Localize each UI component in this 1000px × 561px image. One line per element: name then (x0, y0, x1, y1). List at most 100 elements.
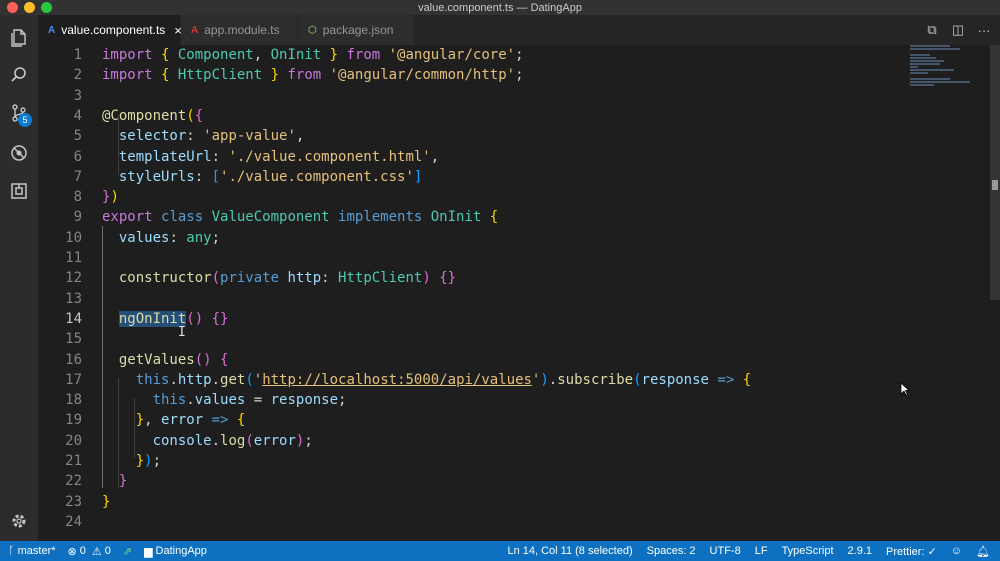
more-actions-icon[interactable]: ··· (976, 23, 992, 38)
code-token: http://localhost:5000/api/values (262, 371, 532, 388)
code-token: ) (540, 371, 549, 388)
code-line[interactable]: 9 export class ValueComponent implements … (38, 207, 938, 227)
code-line[interactable]: 21 }); (38, 451, 938, 471)
code-token: ) (422, 270, 431, 287)
end-of-line[interactable]: LF (755, 545, 768, 557)
line-number: 16 (65, 351, 82, 368)
warning-icon: ⚠ (91, 545, 102, 558)
code-line[interactable]: 1 import { Component, OnInit } from '@ang… (38, 45, 938, 65)
line-code: export class ValueComponent implements O… (102, 209, 498, 225)
code-token: { (161, 67, 178, 84)
debug-icon[interactable] (0, 135, 38, 171)
search-icon[interactable] (0, 57, 38, 93)
code-line[interactable]: 17 this.http.get('http://localhost:5000/… (38, 370, 938, 390)
mouse-pointer-icon (900, 382, 910, 396)
code-line[interactable]: 23} (38, 492, 938, 512)
code-line[interactable]: 16 getValues() { (38, 350, 938, 370)
line-number: 18 (65, 392, 82, 409)
code-token: http (287, 270, 322, 287)
code-line[interactable]: 22 } (38, 471, 938, 491)
language-mode[interactable]: TypeScript (782, 545, 834, 557)
typescript-version[interactable]: 2.9.1 (848, 545, 872, 557)
folder-indicator[interactable]: ▆ DatingApp (144, 545, 207, 558)
feedback-smiley-icon[interactable]: ☺ (951, 545, 962, 557)
settings-gear-icon[interactable] (0, 503, 38, 539)
code-token: = (245, 392, 271, 409)
tab-app-module[interactable]: A app.module.ts (181, 15, 297, 45)
code-line[interactable]: 19 }, error => { (38, 410, 938, 430)
line-code: }) (102, 189, 119, 205)
code-token: , (253, 47, 271, 63)
git-branch-icon: ᚴ (8, 545, 15, 557)
code-token: '@angular/core' (388, 47, 516, 63)
line-number: 21 (65, 453, 82, 469)
code-line[interactable]: 7 styleUrls: ['./value.component.css'] (38, 167, 938, 187)
notifications-bell-icon[interactable]: 🔔︎ (976, 545, 990, 558)
code-line[interactable]: 3 (38, 86, 938, 106)
live-share-icon[interactable]: ⇗ (123, 545, 132, 558)
code-line[interactable]: 15 (38, 329, 938, 349)
code-line[interactable]: 12 constructor(private http: HttpClient)… (38, 268, 938, 288)
minimap[interactable] (910, 45, 982, 86)
maximize-window-button[interactable] (41, 2, 52, 13)
line-number: 5 (73, 128, 82, 145)
line-number: 24 (65, 513, 82, 530)
code-line[interactable]: 10 values: any; (38, 228, 938, 248)
code-line[interactable]: 11 (38, 248, 938, 268)
code-token: { (236, 412, 246, 429)
window-controls (7, 2, 52, 13)
open-changes-icon[interactable]: ⧉ (924, 22, 940, 38)
code-token: => (211, 412, 229, 429)
code-line[interactable]: 14 ngOnInit() {} (38, 309, 938, 329)
code-line[interactable]: 18 this.values = response; (38, 390, 938, 410)
angular-file-icon: A (191, 24, 199, 36)
indentation[interactable]: Spaces: 2 (647, 545, 696, 557)
close-window-button[interactable] (7, 2, 18, 13)
code-line[interactable]: 13 (38, 289, 938, 309)
code-line[interactable]: 6 templateUrl: './value.component.html', (38, 147, 938, 167)
code-token: } (135, 453, 145, 469)
code-line[interactable]: 24 (38, 512, 938, 532)
encoding[interactable]: UTF-8 (710, 545, 741, 557)
code-line[interactable]: 8}) (38, 187, 938, 207)
tab-value-component[interactable]: A value.component.ts × (38, 15, 182, 45)
problems-indicator[interactable]: ⊗ 0 ⚠ 0 (68, 545, 111, 558)
code-token: templateUrl (118, 148, 212, 165)
split-editor-icon[interactable]: ◫ (950, 22, 966, 38)
line-number: 19 (65, 412, 82, 429)
vertical-scrollbar[interactable] (990, 45, 1000, 300)
line-code: } (102, 473, 127, 489)
code-token: , (430, 148, 440, 165)
code-editor[interactable]: 1 import { Component, OnInit } from '@ang… (38, 45, 1000, 541)
tab-label: package.json (322, 23, 394, 37)
code-token: . (186, 392, 195, 409)
source-control-icon[interactable]: 5 (0, 95, 38, 131)
code-token: , (144, 412, 162, 429)
code-token: : (211, 148, 229, 165)
code-line[interactable]: 5 selector: 'app-value', (38, 126, 938, 146)
code-line[interactable]: 4 @Component({ (38, 106, 938, 126)
code-token: response (641, 371, 709, 388)
branch-indicator[interactable]: ᚴ master* (8, 545, 56, 557)
line-code: }, error => { (102, 412, 246, 429)
line-code: templateUrl: './value.component.html', (102, 149, 439, 165)
line-number: 10 (65, 229, 82, 246)
cursor-position[interactable]: Ln 14, Col 11 (8 selected) (507, 545, 632, 557)
code-token: getValues (118, 351, 195, 368)
minimize-window-button[interactable] (24, 2, 35, 13)
explorer-icon[interactable] (0, 19, 38, 55)
line-number: 11 (65, 250, 82, 266)
extensions-icon[interactable] (0, 173, 38, 209)
code-line[interactable]: 20 console.log(error); (38, 431, 938, 451)
prettier-status[interactable]: Prettier: ✓ (886, 545, 937, 558)
code-line[interactable]: 2 import { HttpClient } from '@angular/co… (38, 65, 938, 85)
tab-package-json[interactable]: ⬡ package.json (298, 15, 414, 45)
code-token: import (102, 47, 162, 63)
code-token: this (135, 371, 170, 388)
line-number: 15 (65, 331, 82, 348)
